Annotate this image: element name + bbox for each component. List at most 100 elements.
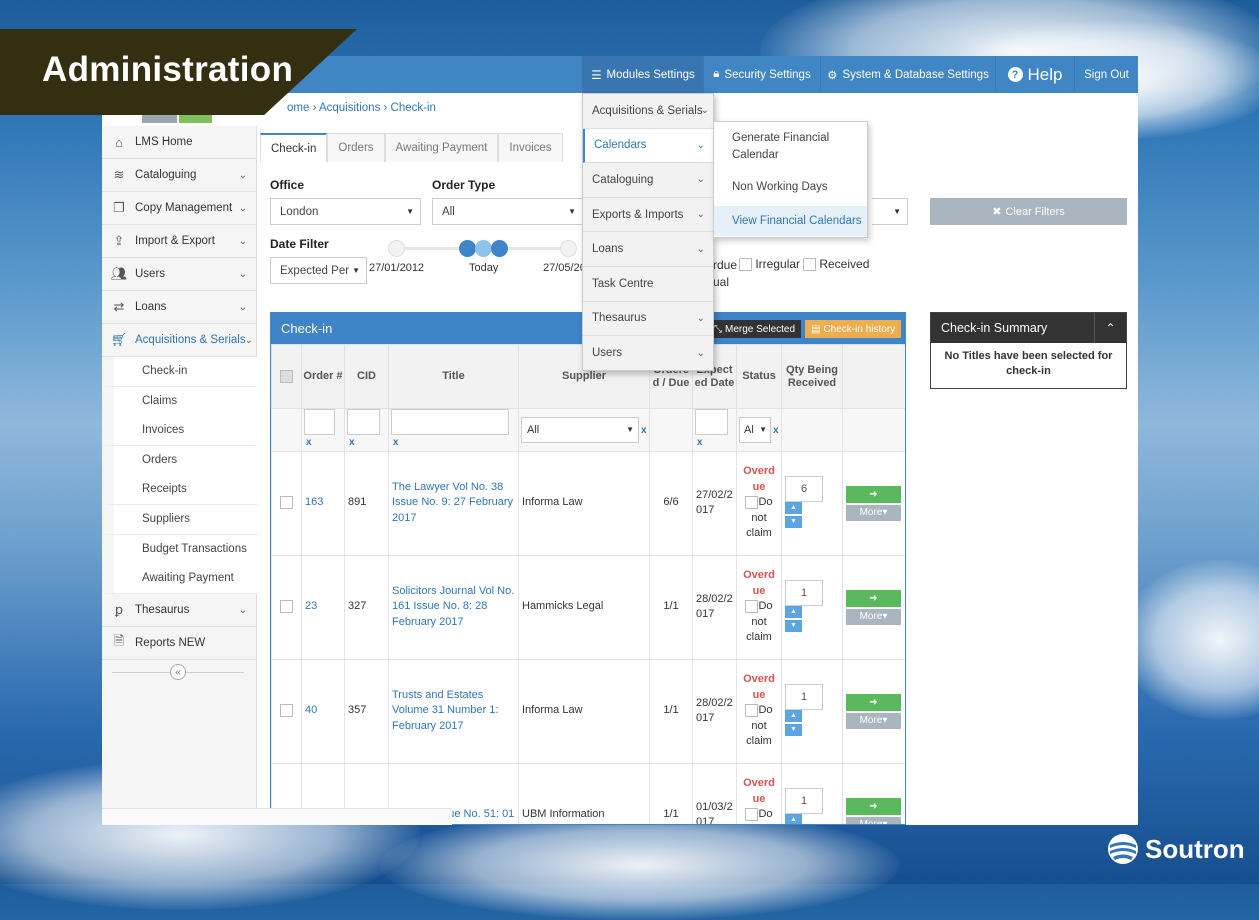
sidebar-item-lms-home[interactable]: ⌂ LMS Home xyxy=(102,126,257,159)
chevron-down-icon[interactable]: ▼ xyxy=(785,516,802,528)
sidebar-subitem-claims[interactable]: Claims xyxy=(102,387,257,417)
date-filter-input[interactable] xyxy=(695,409,728,435)
office-select[interactable]: London ▼ xyxy=(270,198,421,225)
receive-button[interactable]: ➜ xyxy=(846,797,901,815)
order-number-link[interactable]: 40 xyxy=(301,658,345,764)
date-filter-select[interactable]: Expected Per ▼ xyxy=(270,257,367,284)
menu-item-cataloguing[interactable]: Cataloguing ⌄ xyxy=(583,163,713,198)
more-button[interactable]: More▾ xyxy=(846,816,901,824)
chevron-up-icon[interactable]: ▲ xyxy=(785,606,802,618)
checkbox[interactable] xyxy=(745,599,759,613)
security-settings-menu[interactable]: 🔒︎ Security Settings xyxy=(703,56,820,93)
sidebar-item-cataloguing[interactable]: ≋ Cataloguing ⌄ xyxy=(102,159,257,192)
do-not-claim-checkbox[interactable]: Do not claim xyxy=(740,495,778,542)
checkbox[interactable] xyxy=(803,258,816,272)
sidebar-subitem-budget-transactions[interactable]: Budget Transactions xyxy=(102,535,257,565)
annual-checkbox-label[interactable]: ual xyxy=(713,275,729,289)
more-button[interactable]: More▾ xyxy=(846,608,901,625)
slider-handle-start[interactable] xyxy=(388,240,405,257)
quantity-stepper[interactable]: ▲▼ xyxy=(785,814,802,824)
row-checkbox[interactable] xyxy=(280,495,293,509)
title-link[interactable]: Trusts and Estates Volume 31 Number 1: F… xyxy=(388,658,519,764)
clear-filter-icon[interactable]: x xyxy=(393,437,399,448)
merge-selected-button[interactable]: ⤡ Merge Selected xyxy=(708,320,802,338)
title-link[interactable]: Solicitors Journal Vol No. 161 Issue No.… xyxy=(388,554,519,660)
select-all-checkbox-header[interactable] xyxy=(271,344,302,409)
tab-check-in[interactable]: Check-in xyxy=(260,133,328,162)
menu-item-task-centre[interactable]: Task Centre xyxy=(583,267,713,302)
receive-button[interactable]: ➜ xyxy=(846,693,901,711)
clear-filter-icon[interactable]: x xyxy=(349,437,355,448)
clear-filter-icon[interactable]: x xyxy=(306,437,312,448)
submenu-item-non-working-days[interactable]: Non Working Days xyxy=(714,179,867,196)
menu-item-users[interactable]: Users ⌄ xyxy=(583,336,713,371)
do-not-claim-checkbox[interactable]: Do not claim xyxy=(740,599,778,646)
checkbox[interactable] xyxy=(745,807,759,821)
sidebar-subitem-invoices[interactable]: Invoices xyxy=(102,416,257,446)
sidebar-subitem-orders[interactable]: Orders xyxy=(102,446,257,476)
slider-handle-end[interactable] xyxy=(560,240,577,257)
cid-filter-input[interactable] xyxy=(347,409,380,435)
sidebar-subitem-receipts[interactable]: Receipts xyxy=(102,475,257,505)
chevron-up-icon[interactable]: ▲ xyxy=(785,502,802,514)
sidebar-item-users[interactable]: 👥︎ Users ⌄ xyxy=(102,258,257,291)
collapse-sidebar-icon[interactable]: « xyxy=(170,664,186,680)
clear-filters-button[interactable]: ✖ Clear Filters xyxy=(930,198,1127,225)
do-not-claim-checkbox[interactable]: Do not claim xyxy=(740,807,778,824)
column-header-status[interactable]: Status xyxy=(736,344,782,409)
quantity-input[interactable]: 1 xyxy=(785,788,823,814)
chevron-up-icon[interactable]: ▲ xyxy=(785,710,802,722)
slider-handle-today[interactable] xyxy=(475,240,492,257)
title-filter-input[interactable] xyxy=(391,409,509,435)
order-number-link[interactable]: 163 xyxy=(301,450,345,556)
menu-item-calendars[interactable]: Calendars ⌄ xyxy=(583,128,713,164)
sidebar-item-acquisitions-serials[interactable]: 🛒︎ Acquisitions & Serials ⌄ xyxy=(102,324,257,357)
receive-button[interactable]: ➜ xyxy=(846,485,901,503)
tab-orders[interactable]: Orders xyxy=(327,133,385,162)
sidebar-item-copy-management[interactable]: ❐ Copy Management ⌄ xyxy=(102,192,257,225)
checkbox[interactable] xyxy=(739,258,752,272)
checkbox[interactable] xyxy=(745,703,759,717)
column-header-title[interactable]: Title xyxy=(388,344,519,409)
submenu-item-generate-financial-calendar[interactable]: Generate Financial Calendar xyxy=(714,130,839,164)
row-checkbox[interactable] xyxy=(280,703,293,717)
check-in-history-button[interactable]: ▤ Check-in history xyxy=(805,320,902,338)
tab-awaiting-payment[interactable]: Awaiting Payment xyxy=(384,133,499,162)
clear-filter-icon[interactable]: x xyxy=(773,425,779,436)
quantity-input[interactable]: 1 xyxy=(785,684,823,710)
clear-filter-icon[interactable]: x xyxy=(697,437,703,448)
column-header-cid[interactable]: CID xyxy=(344,344,389,409)
quantity-stepper[interactable]: ▲▼ xyxy=(785,502,802,530)
chevron-up-icon[interactable]: ▲ xyxy=(785,814,802,824)
menu-item-thesaurus[interactable]: Thesaurus ⌄ xyxy=(583,302,713,337)
sidebar-item-loans[interactable]: ⇄ Loans ⌄ xyxy=(102,291,257,324)
more-button[interactable]: More▾ xyxy=(846,712,901,729)
tab-invoices[interactable]: Invoices xyxy=(498,133,563,162)
status-filter-select[interactable]: Al ▼ xyxy=(739,416,771,443)
checkbox[interactable] xyxy=(280,369,293,383)
supplier-filter-select[interactable]: All ▼ xyxy=(521,416,639,443)
breadcrumb[interactable]: ome › Acquisitions › Check-in xyxy=(287,102,436,114)
more-button[interactable]: More▾ xyxy=(846,504,901,521)
chevron-up-icon[interactable]: ⌃ xyxy=(1094,313,1126,343)
hidden-filter-select[interactable]: ▼ xyxy=(872,198,908,225)
clear-filter-icon[interactable]: x xyxy=(641,425,647,436)
quantity-input[interactable]: 1 xyxy=(785,580,823,606)
irregular-checkbox[interactable]: Irregular xyxy=(739,257,800,272)
chevron-down-icon[interactable]: ▼ xyxy=(785,724,802,736)
quantity-input[interactable]: 6 xyxy=(785,476,823,502)
do-not-claim-checkbox[interactable]: Do not claim xyxy=(740,703,778,750)
menu-item-acquisitions-serials[interactable]: Acquisitions & Serials ⌄ xyxy=(583,94,713,129)
title-link[interactable]: The Lawyer Vol No. 38 Issue No. 9: 27 Fe… xyxy=(388,450,519,556)
modules-settings-menu[interactable]: ☰ Modules Settings xyxy=(582,56,703,93)
slider-handle[interactable] xyxy=(459,240,476,257)
column-header-order[interactable]: Order # xyxy=(301,344,345,409)
help-menu[interactable]: ? Help xyxy=(995,56,1074,93)
overdue-checkbox-label[interactable]: rdue xyxy=(713,258,737,272)
quantity-stepper[interactable]: ▲▼ xyxy=(785,710,802,738)
sidebar-item-reports[interactable]: 🗎︎ Reports NEW xyxy=(102,627,257,660)
sidebar-item-thesaurus[interactable]: ꝑ Thesaurus ⌄ xyxy=(102,594,257,627)
menu-item-loans[interactable]: Loans ⌄ xyxy=(583,232,713,267)
sidebar-subitem-check-in[interactable]: Check-in xyxy=(102,357,257,387)
sidebar-subitem-suppliers[interactable]: Suppliers xyxy=(102,505,257,535)
